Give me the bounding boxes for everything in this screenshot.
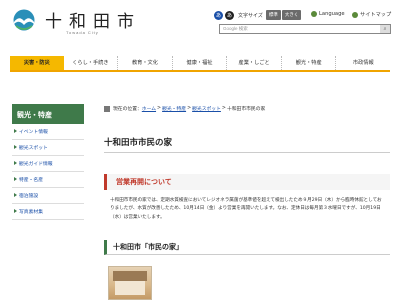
sidebar-list: イベント情報 観光スポット 観光ガイド情報 特産・名産 宿泊施設 写真素材集 bbox=[12, 124, 84, 220]
global-nav: 災害・防災 くらし・手続き 教育・文化 健康・福祉 産業・しごと 観光・特産 市… bbox=[10, 56, 390, 72]
sidebar-item-specialties[interactable]: 特産・名産 bbox=[12, 172, 84, 188]
color-normal-button[interactable]: あ bbox=[214, 10, 223, 20]
breadcrumb: 現在の位置： ホーム > 観光・特産 > 観光スポット > 十和田市市民の家 bbox=[104, 105, 265, 112]
globe-icon bbox=[311, 11, 317, 17]
nav-item-health[interactable]: 健康・福祉 bbox=[173, 56, 228, 70]
site-search: Google 検索 ⌕ bbox=[219, 24, 391, 34]
accessibility-tools: あ あ 文字サイズ 標準 大きく bbox=[214, 10, 302, 20]
language-link[interactable]: Language bbox=[311, 11, 345, 17]
notice-heading-box: 営業再開について bbox=[104, 174, 390, 190]
sidebar: 観光・特産 イベント情報 観光スポット 観光ガイド情報 特産・名産 宿泊施設 写… bbox=[12, 104, 84, 220]
title-divider bbox=[104, 152, 390, 153]
nav-item-living[interactable]: くらし・手続き bbox=[64, 56, 119, 70]
breadcrumb-spots-link[interactable]: 観光スポット bbox=[192, 105, 221, 112]
nav-item-city-info[interactable]: 市政情報 bbox=[336, 56, 390, 70]
notice-title: 営業再開について bbox=[116, 178, 172, 186]
sitemap-icon bbox=[352, 11, 358, 18]
font-size-normal-button[interactable]: 標準 bbox=[265, 10, 281, 20]
photo-roof bbox=[113, 271, 147, 281]
breadcrumb-separator: > bbox=[187, 106, 192, 111]
sidebar-item-lodging[interactable]: 宿泊施設 bbox=[12, 188, 84, 204]
breadcrumb-prefix: 現在の位置： bbox=[113, 107, 142, 112]
nav-item-education[interactable]: 教育・文化 bbox=[118, 56, 173, 70]
location-icon bbox=[104, 105, 110, 112]
photo-wall bbox=[115, 281, 145, 295]
facility-photo bbox=[108, 266, 152, 300]
section-heading: 十和田市「市民の家」 bbox=[104, 240, 390, 255]
breadcrumb-separator: > bbox=[221, 106, 226, 111]
search-icon[interactable]: ⌕ bbox=[380, 25, 390, 33]
color-contrast-button[interactable]: あ bbox=[225, 10, 234, 20]
city-logo-icon[interactable] bbox=[13, 9, 35, 31]
site-header: 十和田市 Towada City あ あ 文字サイズ 標準 大きく Langua… bbox=[0, 0, 400, 50]
nav-item-industry[interactable]: 産業・しごと bbox=[227, 56, 282, 70]
language-label: Language bbox=[319, 11, 345, 17]
sidebar-item-photos[interactable]: 写真素材集 bbox=[12, 204, 84, 220]
breadcrumb-tourism-link[interactable]: 観光・特産 bbox=[162, 105, 186, 112]
search-input[interactable]: Google 検索 bbox=[220, 26, 380, 32]
breadcrumb-current: 十和田市市民の家 bbox=[226, 107, 266, 112]
breadcrumb-separator: > bbox=[157, 106, 162, 111]
site-subtitle: Towada City bbox=[66, 30, 99, 35]
sidebar-heading[interactable]: 観光・特産 bbox=[12, 104, 84, 124]
page-title: 十和田市市民の家 bbox=[104, 138, 173, 148]
sidebar-item-events[interactable]: イベント情報 bbox=[12, 124, 84, 140]
nav-item-tourism[interactable]: 観光・特産 bbox=[282, 56, 337, 70]
breadcrumb-home-link[interactable]: ホーム bbox=[142, 105, 156, 112]
nav-item-disaster[interactable]: 災害・防災 bbox=[10, 56, 64, 70]
sidebar-item-spots[interactable]: 観光スポット bbox=[12, 140, 84, 156]
section-title: 十和田市「市民の家」 bbox=[113, 243, 183, 251]
sidebar-item-guides[interactable]: 観光ガイド情報 bbox=[12, 156, 84, 172]
font-size-label: 文字サイズ bbox=[238, 12, 263, 19]
sitemap-link[interactable]: サイトマップ bbox=[352, 11, 391, 18]
sitemap-label: サイトマップ bbox=[360, 12, 392, 18]
font-size-large-button[interactable]: 大きく bbox=[281, 10, 302, 20]
notice-body: 十和田市市民の家では、定期水質検査においてレジオネラ属菌が基準値を超えて検出した… bbox=[110, 198, 382, 220]
site-title[interactable]: 十和田市 bbox=[45, 7, 141, 32]
